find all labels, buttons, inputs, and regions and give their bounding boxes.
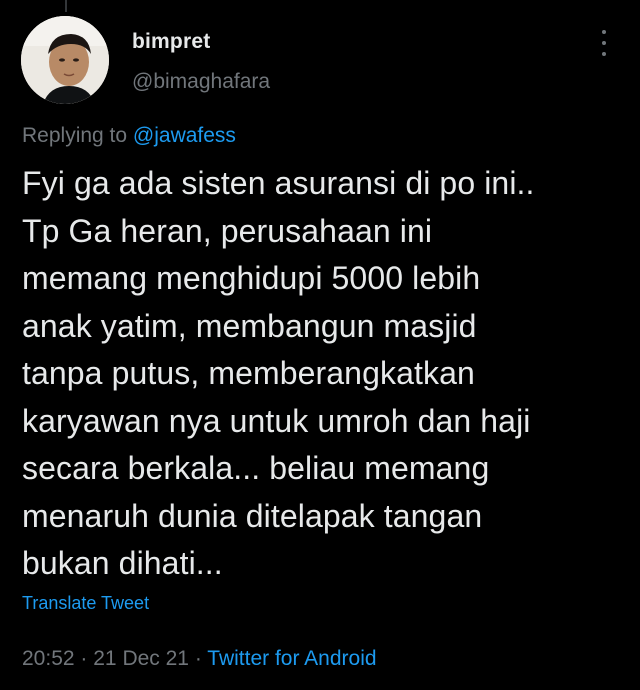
replying-to-mention[interactable]: @jawafess xyxy=(133,124,236,147)
tweet-metadata: 20:52 · 21 Dec 21 · Twitter for Android xyxy=(22,647,377,671)
meta-separator: · xyxy=(80,647,88,670)
more-options-icon[interactable] xyxy=(598,30,610,56)
replying-to-line: Replying to @jawafess xyxy=(22,124,236,148)
meta-separator: · xyxy=(194,647,202,670)
more-dot xyxy=(602,52,606,56)
avatar-photo xyxy=(21,16,109,104)
replying-to-label: Replying to xyxy=(22,124,128,147)
tweet-source-link[interactable]: Twitter for Android xyxy=(207,647,376,670)
thread-connector-line xyxy=(65,0,67,12)
display-name[interactable]: bimpret xyxy=(132,30,210,54)
tweet-text: Fyi ga ada sisten asuransi di po ini.. T… xyxy=(22,165,535,581)
translate-tweet-link[interactable]: Translate Tweet xyxy=(22,593,149,614)
tweet-time: 20:52 xyxy=(22,647,75,670)
more-dot xyxy=(602,30,606,34)
more-dot xyxy=(602,41,606,45)
user-handle[interactable]: @bimaghafara xyxy=(132,70,270,94)
avatar[interactable] xyxy=(21,16,109,104)
tweet-date: 21 Dec 21 xyxy=(93,647,189,670)
